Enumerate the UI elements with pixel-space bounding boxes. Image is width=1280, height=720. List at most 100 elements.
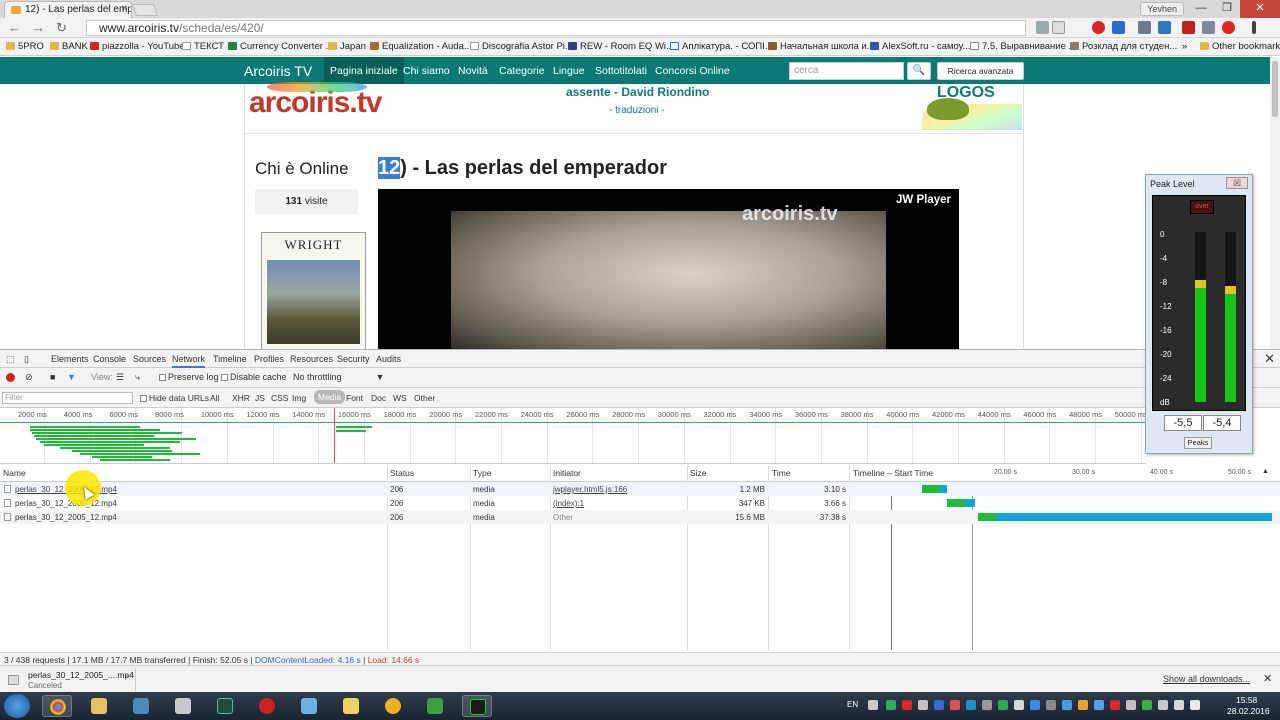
tray-icon[interactable] (950, 700, 960, 710)
taskbar-audition[interactable] (210, 695, 240, 717)
network-overview[interactable]: 2000 ms 4000 ms 6000 ms 8000 ms 10000 ms 1200… (0, 408, 1146, 464)
tray-icon[interactable] (1142, 700, 1152, 710)
translate-icon[interactable] (1036, 21, 1049, 34)
bookmark-item[interactable]: Japan (328, 41, 366, 52)
tray-icon[interactable] (1126, 700, 1136, 710)
menu-icon[interactable] (1252, 21, 1256, 34)
clock-date[interactable]: 28.02.2016 (1227, 706, 1270, 716)
taskbar-meter-app[interactable] (462, 695, 492, 717)
column-time[interactable]: Time (772, 468, 791, 478)
disable-cache-checkbox[interactable]: Disable cache (221, 372, 287, 382)
extension-shield-icon[interactable] (1182, 21, 1195, 34)
taskbar-explorer[interactable] (84, 695, 114, 717)
column-size[interactable]: Size (690, 468, 707, 478)
window-close-button[interactable]: ✕ (1240, 0, 1280, 18)
reload-icon[interactable]: ↻ (56, 20, 67, 36)
bookmark-item[interactable]: 5PRO (6, 41, 44, 52)
extension-dot-icon[interactable] (1222, 21, 1235, 34)
site-search-input[interactable]: cerca (789, 62, 904, 80)
device-mode-icon[interactable]: ▯ (24, 354, 29, 365)
devtools-close-icon[interactable]: ✕ (1264, 351, 1275, 367)
taskbar-app[interactable] (252, 695, 282, 717)
large-rows-icon[interactable]: ☰ (116, 372, 124, 383)
bookmark-item[interactable]: AlexSoft.ru - самоу... (870, 41, 970, 52)
request-initiator[interactable]: jwplayer.html5.js:166 (553, 485, 627, 494)
scrollbar-thumb[interactable] (1272, 61, 1278, 117)
site-logo[interactable]: arcoiris.tv (249, 82, 382, 120)
tray-icon[interactable] (1110, 700, 1120, 710)
bookmark-item[interactable]: Аплікатура. - СОПІ... (670, 41, 773, 52)
waterfall-bar[interactable] (978, 513, 1272, 521)
taskbar-app[interactable] (294, 695, 324, 717)
waterfall-bar[interactable] (922, 485, 947, 493)
filter-xhr[interactable]: XHR (232, 393, 250, 403)
filter-css[interactable]: CSS (271, 393, 288, 403)
tray-icon[interactable] (886, 700, 896, 710)
language-indicator[interactable]: EN (847, 700, 858, 709)
address-bar[interactable]: www.arcoiris.tv/scheda/es/420/ (86, 20, 1026, 36)
browser-tab-active[interactable]: 12) - Las perlas del empe × (4, 1, 132, 18)
column-name[interactable]: Name (3, 468, 26, 478)
tray-icon[interactable] (982, 700, 992, 710)
download-menu-icon[interactable]: ⌃ (124, 674, 131, 683)
tab-security[interactable]: Security (337, 354, 370, 364)
advanced-search-button[interactable]: Ricerca avanzata (937, 62, 1024, 80)
capture-screenshots-icon[interactable]: ■ (50, 372, 55, 382)
table-row[interactable]: perlas_30_12_2005_12.mp4 206 media Other… (0, 510, 1280, 524)
bookmark-item[interactable]: REW - Room EQ Wi... (568, 41, 674, 52)
tab-elements[interactable]: Elements (51, 354, 89, 364)
bookmark-item[interactable]: Discografia Astor Pi... (470, 41, 573, 52)
sort-ascending-icon[interactable]: ▲ (1262, 468, 1269, 475)
nav-home[interactable]: Pagina iniziale (324, 57, 404, 84)
bookmarks-more-button[interactable]: » (1182, 41, 1187, 52)
filter-input[interactable]: Filter (2, 392, 133, 404)
back-arrow-icon[interactable]: ← (8, 20, 21, 35)
tray-icon[interactable] (998, 700, 1008, 710)
bookmark-item[interactable]: piazzolla - YouTube (90, 41, 185, 52)
table-row[interactable]: perlas_30_12_2005_12.mp4 206 media jwpla… (0, 482, 1280, 496)
taskbar-app[interactable] (420, 695, 450, 717)
peak-level-close-icon[interactable]: ☒ (1226, 177, 1248, 189)
waterfall-bar[interactable] (946, 499, 975, 507)
filter-icon[interactable]: ▼ (67, 372, 76, 382)
nav-languages[interactable]: Lingue (553, 65, 585, 77)
page-scrollbar[interactable] (1270, 57, 1280, 349)
filter-img[interactable]: Img (292, 393, 306, 403)
taskbar-chrome[interactable] (42, 695, 72, 717)
filter-js[interactable]: JS (255, 393, 265, 403)
extension-gear-icon[interactable] (1202, 21, 1215, 34)
other-bookmarks-folder[interactable]: Other bookmarks (1200, 41, 1280, 52)
filter-media[interactable]: Media (314, 390, 346, 404)
request-name[interactable]: perlas_30_12_2005_12.mp4 (15, 499, 117, 508)
bookmark-item[interactable]: BANK (50, 41, 88, 52)
column-timeline[interactable]: Timeline – Start Time (853, 468, 933, 478)
preserve-log-checkbox[interactable]: Preserve log (159, 372, 219, 382)
tray-icon[interactable] (918, 700, 928, 710)
extension-blue-icon[interactable] (1112, 21, 1125, 34)
network-icon[interactable] (1158, 700, 1168, 710)
bookmark-item[interactable]: Розклад для студен... (1070, 41, 1177, 52)
tab-profiles[interactable]: Profiles (254, 354, 284, 364)
tray-icon[interactable] (1062, 700, 1072, 710)
video-player[interactable]: arcoiris.tv JW Player (378, 189, 959, 349)
clock-time[interactable]: 15:58 (1236, 695, 1257, 705)
hide-data-urls-checkbox[interactable]: Hide data URLs (140, 393, 209, 403)
tray-icon[interactable] (902, 700, 912, 710)
tab-console[interactable]: Console (93, 354, 126, 364)
profile-button[interactable]: Yevhen (1140, 2, 1184, 16)
tab-audits[interactable]: Audits (376, 354, 401, 364)
column-initiator[interactable]: Initiator (553, 468, 581, 478)
tray-icon[interactable] (1014, 700, 1024, 710)
table-row[interactable]: perlas_30_12_2005_12.mp4 206 media (inde… (0, 496, 1280, 510)
tray-icon[interactable] (868, 700, 878, 710)
download-item[interactable]: perlas_30_12_2005_....mp4 Canceled ⌃ (4, 668, 136, 691)
tab-network[interactable]: Network (172, 350, 206, 368)
overview-icon[interactable]: ⤷ (135, 372, 140, 383)
tray-icon[interactable] (1190, 700, 1200, 710)
filter-doc[interactable]: Doc (371, 393, 386, 403)
nav-categories[interactable]: Categorie (499, 65, 545, 77)
record-icon[interactable] (6, 373, 15, 382)
windows-start-icon[interactable] (4, 694, 30, 718)
nav-news[interactable]: Novità (458, 65, 488, 77)
search-icon[interactable]: 🔍 (907, 62, 931, 80)
